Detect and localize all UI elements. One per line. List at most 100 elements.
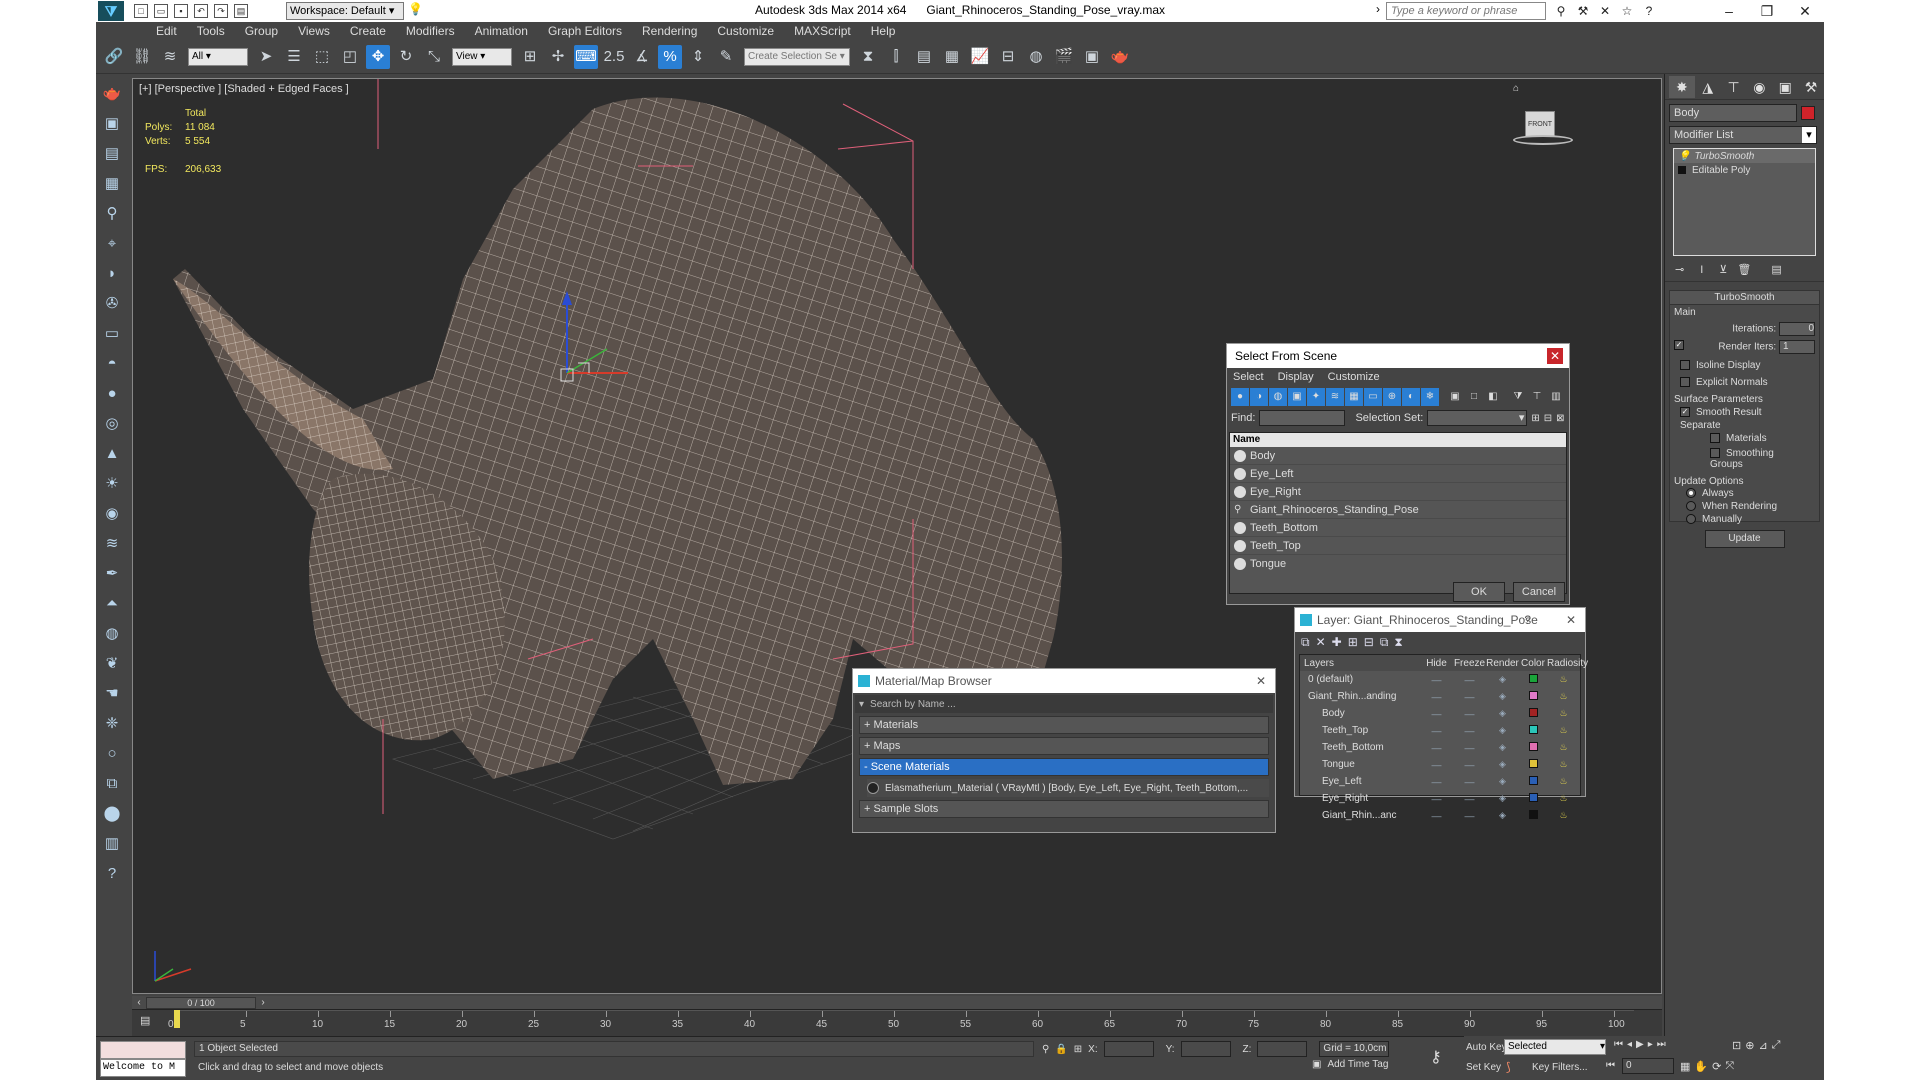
layer-row[interactable]: Giant_Rhin...anding –– –– ◈ ♨ xyxy=(1300,688,1580,705)
smooth-result-checkbox[interactable]: ✓ xyxy=(1680,407,1690,418)
layer-manager-icon[interactable]: ▤ xyxy=(912,45,936,69)
layer-render-toggle[interactable]: ◈ xyxy=(1486,742,1519,753)
utilities-tab-icon[interactable]: ⚒ xyxy=(1798,76,1824,98)
viewport-label[interactable]: [+] [Perspective ] [Shaded + Edged Faces… xyxy=(139,83,349,95)
radiosity-icon[interactable]: ♨ xyxy=(1547,776,1580,787)
layer-color-swatch[interactable] xyxy=(1528,759,1538,768)
display-xrefs-icon[interactable]: ▭ xyxy=(1364,388,1382,406)
radiosity-icon[interactable]: ♨ xyxy=(1547,810,1580,821)
layer-render-toggle[interactable]: ◈ xyxy=(1486,725,1519,736)
layer-hide-toggle[interactable]: –– xyxy=(1420,811,1453,821)
link-icon[interactable]: 🔗 xyxy=(102,45,126,69)
cancel-button[interactable]: Cancel xyxy=(1513,582,1565,602)
unlink-icon[interactable]: ⛓ xyxy=(130,45,154,69)
y-coordinate-field[interactable] xyxy=(1180,1041,1231,1057)
time-cursor[interactable] xyxy=(174,1010,180,1028)
graphite-ribbon-icon[interactable]: ▦ xyxy=(940,45,964,69)
radiosity-icon[interactable]: ♨ xyxy=(1547,725,1580,736)
snaps-toggle-icon[interactable]: 2.5 xyxy=(602,45,626,69)
set-key-button[interactable]: Set Key xyxy=(1466,1062,1501,1073)
hierarchy-tab-icon[interactable]: ⊤ xyxy=(1721,76,1747,98)
highlight-layer-icon[interactable]: ⧉ xyxy=(1380,635,1389,650)
layer-row[interactable]: Body –– –– ◈ ♨ xyxy=(1300,705,1580,722)
menu-help[interactable]: Help xyxy=(861,22,906,40)
display-geometry-icon[interactable]: ● xyxy=(1231,388,1249,406)
panel-icon[interactable]: ▤ xyxy=(99,141,125,167)
column-freeze[interactable]: Freeze xyxy=(1453,658,1486,669)
layer-render-toggle[interactable]: ◈ xyxy=(1486,810,1519,821)
configure-modifier-sets-icon[interactable]: ▤ xyxy=(1771,263,1781,276)
edit-named-selection-icon[interactable]: ✎ xyxy=(714,45,738,69)
leaf-icon[interactable]: ❦ xyxy=(99,651,125,677)
group-materials[interactable]: + Materials xyxy=(859,716,1269,734)
selection-lock-icon[interactable]: 🔒 xyxy=(1055,1044,1067,1055)
select-by-name-icon[interactable]: ☰ xyxy=(282,45,306,69)
delete-layer-icon[interactable]: ✕ xyxy=(1316,635,1326,649)
open-file-icon[interactable]: ▭ xyxy=(154,4,168,18)
material-ball-icon[interactable]: ◉ xyxy=(99,501,125,527)
selection-set-dropdown[interactable]: ▾ xyxy=(1427,410,1528,426)
mirror-icon[interactable]: ⧗ xyxy=(856,45,880,69)
window-crossing-icon[interactable]: ◰ xyxy=(338,45,362,69)
select-layer-icon[interactable]: ⊟ xyxy=(1364,635,1374,649)
ok-button[interactable]: OK xyxy=(1453,582,1505,602)
time-config-icon[interactable]: ▦ xyxy=(1680,1060,1690,1073)
play-icon[interactable]: ▶ xyxy=(1636,1039,1644,1050)
layer-color-swatch[interactable] xyxy=(1528,674,1538,683)
when-rendering-radio[interactable] xyxy=(1686,501,1696,512)
select-scale-icon[interactable]: ⤡ xyxy=(422,45,446,69)
layer-hide-toggle[interactable]: –– xyxy=(1420,675,1453,685)
lightbulb-icon[interactable]: 💡 xyxy=(1678,151,1690,162)
select-rotate-icon[interactable]: ↻ xyxy=(394,45,418,69)
close-window-icon[interactable]: ✕ xyxy=(1786,0,1824,22)
tab-display[interactable]: Display xyxy=(1278,371,1314,383)
object-color-swatch[interactable] xyxy=(1801,106,1815,120)
cloth-icon[interactable]: ❈ xyxy=(99,711,125,737)
radiosity-icon[interactable]: ♨ xyxy=(1547,742,1580,753)
select-invert-icon[interactable]: ◧ xyxy=(1484,388,1502,406)
hide-all-icon[interactable]: ⧗ xyxy=(1394,635,1402,650)
list-item[interactable]: Tongue xyxy=(1230,555,1566,573)
layer-freeze-toggle[interactable]: –– xyxy=(1453,794,1486,804)
select-manipulate-icon[interactable]: ✢ xyxy=(546,45,570,69)
layer-freeze-toggle[interactable]: –– xyxy=(1453,760,1486,770)
zoom-extents-icon[interactable]: ⊡ xyxy=(1732,1039,1741,1052)
menu-graph-editors[interactable]: Graph Editors xyxy=(538,22,632,40)
named-selection-dropdown[interactable]: Create Selection Se ▾ xyxy=(744,48,850,66)
box-icon[interactable]: ▣ xyxy=(99,111,125,137)
layer-hide-toggle[interactable]: –– xyxy=(1420,743,1453,753)
layer-render-toggle[interactable]: ◈ xyxy=(1486,708,1519,719)
percent-snap-icon[interactable]: % xyxy=(658,45,682,69)
layer-freeze-toggle[interactable]: –– xyxy=(1453,811,1486,821)
stack-item-editable-poly[interactable]: Editable Poly xyxy=(1674,163,1815,177)
layer-freeze-toggle[interactable]: –– xyxy=(1453,709,1486,719)
layer-render-toggle[interactable]: ◈ xyxy=(1486,776,1519,787)
app-logo-icon[interactable]: ⧩ xyxy=(98,1,124,21)
stack-item-turbosmooth[interactable]: 💡 TurboSmooth xyxy=(1674,149,1815,163)
help-circle-icon[interactable]: ? xyxy=(99,861,125,887)
selection-set-add-icon[interactable]: ⊞ xyxy=(1531,413,1539,424)
smoothing-groups-checkbox[interactable] xyxy=(1710,448,1720,459)
minimize-icon[interactable]: – xyxy=(1710,0,1748,22)
maxscript-listener-output[interactable]: Welcome to M xyxy=(100,1059,186,1077)
binoculars-icon[interactable]: ⚲ xyxy=(1552,2,1570,20)
blue-sphere-icon[interactable]: ⬤ xyxy=(99,801,125,827)
time-slider-prev-icon[interactable]: ‹ xyxy=(132,997,146,1008)
display-frozen-icon[interactable]: ❄ xyxy=(1421,388,1439,406)
material-entry-row[interactable]: Elasmatherium_Material ( VRayMtl ) [Body… xyxy=(867,779,1269,797)
group-maps[interactable]: + Maps xyxy=(859,737,1269,755)
key-mode-toggle-icon[interactable]: ⏮ xyxy=(1606,1060,1615,1071)
menu-maxscript[interactable]: MAXScript xyxy=(784,22,861,40)
browser-options-icon[interactable]: ▾ xyxy=(859,699,864,710)
update-button[interactable]: Update xyxy=(1704,530,1785,548)
bind-space-warp-icon[interactable]: ≋ xyxy=(158,45,182,69)
group-sample-slots[interactable]: + Sample Slots xyxy=(859,800,1269,818)
rectangular-selection-icon[interactable]: ⬚ xyxy=(310,45,334,69)
selection-set-remove-icon[interactable]: ⊠ xyxy=(1556,413,1564,424)
manually-radio[interactable] xyxy=(1686,514,1696,525)
material-editor-icon[interactable]: ◍ xyxy=(1024,45,1048,69)
menu-tools[interactable]: Tools xyxy=(187,22,235,40)
lightbulb-icon[interactable]: 💡 xyxy=(408,2,423,20)
show-end-result-icon[interactable]: Ι xyxy=(1700,264,1703,276)
add-layer-icon[interactable]: ✚ xyxy=(1332,635,1342,649)
